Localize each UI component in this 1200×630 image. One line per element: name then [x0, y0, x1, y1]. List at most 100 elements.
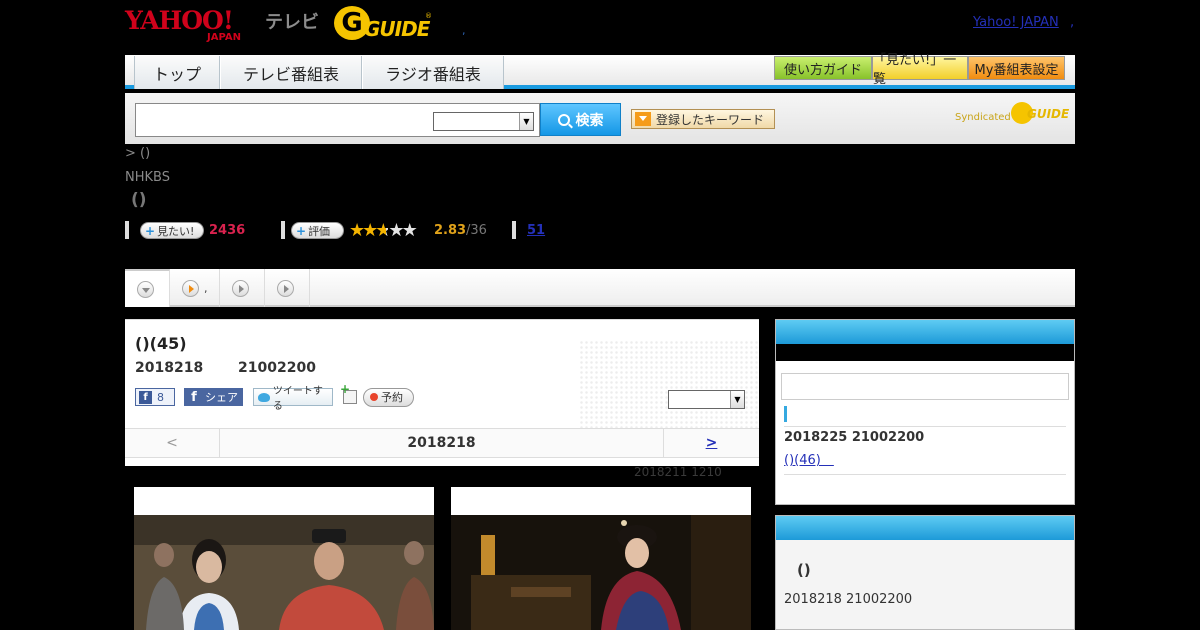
tab-episodes-label: ,	[204, 281, 208, 295]
program-title: ()	[131, 190, 147, 210]
twitter-bird-icon	[258, 392, 270, 402]
episode-photo-card[interactable]	[134, 487, 434, 630]
date-pager: < 2018218 >	[125, 428, 759, 458]
divider	[784, 474, 1066, 475]
nav-buttons: 使い方ガイド 「見たい!」一覧 My番組表設定	[774, 53, 1065, 87]
tab-episodes[interactable]: ,	[170, 269, 220, 307]
dot-pattern-decoration	[579, 340, 759, 430]
tab-program-info[interactable]	[125, 269, 170, 307]
facebook-like-count: 8	[157, 390, 164, 404]
saved-keywords-button[interactable]: 登録したキーワード	[631, 109, 775, 129]
chevron-down-icon: ▼	[730, 391, 744, 408]
tweet-button[interactable]: ツイートする	[253, 386, 333, 412]
add-calendar-icon[interactable]	[340, 382, 357, 404]
pager-next-link[interactable]: >	[663, 429, 759, 457]
episode-photo[interactable]	[134, 515, 434, 630]
usage-guide-button[interactable]: 使い方ガイド	[774, 56, 872, 80]
photo-scene	[451, 515, 751, 630]
registered-mark: ®	[425, 12, 432, 20]
search-button-label: 検索	[575, 112, 604, 129]
divider	[784, 426, 1066, 427]
facebook-share-button[interactable]: f シェア	[184, 388, 243, 406]
want-count: 2436	[209, 223, 246, 238]
next-broadcast-box: 2018225 21002200 ()(46)	[775, 319, 1075, 505]
next-episode-link[interactable]: ()(46)	[784, 449, 834, 468]
stat-divider	[512, 221, 516, 239]
breadcrumb[interactable]: > ()	[125, 146, 150, 161]
gguide-logo-text: GUIDE	[364, 17, 430, 41]
side-box-field	[781, 373, 1069, 400]
syndicated-label: Syndicated	[955, 112, 1011, 123]
gguide-logo[interactable]: G GUIDE ®	[334, 6, 432, 42]
rating-count: /36	[466, 223, 487, 238]
tweet-button-label: ツイートする	[272, 386, 323, 412]
page: YAHOO! JAPAN テレビ G GUIDE ® , Yahoo! JAPA…	[0, 0, 1200, 630]
chevron-down-icon	[137, 280, 154, 298]
program-stats: + 見たい! 2436 + 評価 ★★★★★ 2.83 /36 51	[125, 220, 685, 242]
header-separator: ,	[462, 24, 466, 37]
yahoo-japan-link[interactable]: Yahoo! JAPAN	[973, 15, 1059, 30]
pager-current-date: 2018218	[407, 435, 476, 451]
next-broadcast-datetime: 2018225 21002200	[784, 430, 925, 445]
photo-scene	[134, 515, 434, 630]
reserve-button-label: 予約	[381, 391, 403, 404]
want-button[interactable]: + 見たい!	[140, 222, 204, 239]
facebook-icon: f	[191, 389, 197, 405]
search-button[interactable]: 検索	[540, 103, 621, 136]
my-listings-settings-button[interactable]: My番組表設定	[968, 56, 1065, 80]
star-icon: ★	[401, 220, 418, 241]
search-bar: ▼ 検索 登録したキーワード Syndicated GUIDE	[125, 93, 1075, 144]
chevron-down-icon: ▼	[519, 113, 533, 130]
episode-time: 21002200	[238, 360, 316, 376]
section-marker	[784, 406, 787, 422]
side-box-header	[776, 320, 1074, 344]
side-box-header	[776, 516, 1074, 540]
facebook-icon: f	[139, 390, 152, 404]
episode-photo-card[interactable]	[451, 487, 751, 630]
rating-stars: ★★★★★	[349, 220, 418, 241]
channel-name: NHKBS	[125, 170, 170, 185]
pager-prev-button[interactable]: <	[125, 429, 220, 457]
rate-button-label: 評価	[308, 224, 331, 238]
syndicated-gguide-logo: Syndicated GUIDE	[955, 102, 1070, 128]
stat-divider	[125, 221, 129, 239]
tab-related[interactable]	[265, 269, 310, 307]
record-dot-icon	[370, 393, 378, 401]
star-icon: ★	[349, 220, 365, 241]
star-icon: ★	[388, 220, 404, 241]
saved-keywords-label: 登録したキーワード	[656, 112, 765, 127]
want-list-button[interactable]: 「見たい!」一覧	[872, 53, 968, 87]
plus-icon: +	[296, 223, 307, 238]
facebook-like-button[interactable]: f 8	[135, 388, 175, 406]
nav-tab-radio-listings[interactable]: ラジオ番組表	[362, 56, 504, 89]
header-comma: ,	[1070, 15, 1075, 30]
facebook-share-label: シェア	[205, 391, 238, 404]
plus-icon: +	[145, 223, 156, 238]
reserve-button[interactable]: 予約	[363, 387, 414, 407]
side-box-subheader	[776, 344, 1074, 361]
episode-photo[interactable]	[451, 515, 751, 630]
rating-score: 2.83	[434, 223, 467, 238]
global-nav: トップ テレビ番組表 ラジオ番組表 使い方ガイド 「見たい!」一覧 My番組表設…	[125, 53, 1075, 89]
related-program-box: () 2018218 21002200	[775, 515, 1075, 630]
related-program-title[interactable]: ()	[797, 561, 811, 579]
gguide-small-text: GUIDE	[1027, 107, 1070, 121]
episode-date: 2018218	[135, 360, 204, 376]
episode-title: ()(45)	[135, 334, 187, 353]
tv-logo-label[interactable]: テレビ	[265, 8, 319, 34]
updated-timestamp: 2018211 1210	[634, 465, 722, 479]
tab-reviews[interactable]	[220, 269, 265, 307]
episode-select[interactable]: ▼	[668, 390, 745, 409]
play-icon	[232, 279, 249, 297]
review-count-link[interactable]: 51	[527, 223, 545, 238]
yahoo-japan-logo[interactable]: YAHOO! JAPAN	[125, 6, 265, 43]
rate-button[interactable]: + 評価	[291, 222, 344, 239]
stat-divider	[281, 221, 285, 239]
yahoo-logo-text: YAHOO!	[125, 6, 234, 35]
search-scope-select[interactable]: ▼	[433, 112, 534, 131]
nav-tab-top[interactable]: トップ	[134, 56, 220, 89]
search-icon	[557, 113, 570, 126]
nav-tabs: トップ テレビ番組表 ラジオ番組表	[134, 56, 504, 89]
japan-logo-text: JAPAN	[207, 32, 241, 43]
nav-tab-tv-listings[interactable]: テレビ番組表	[220, 56, 362, 89]
